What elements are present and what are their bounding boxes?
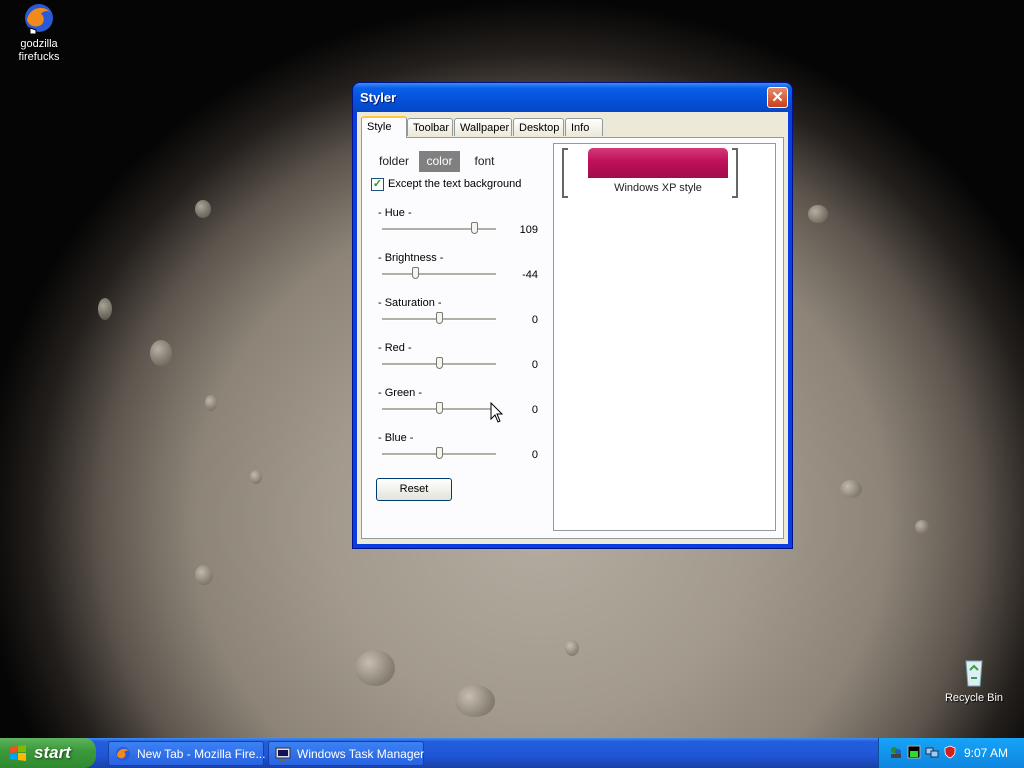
close-icon: ✕ <box>771 89 784 106</box>
tab-info[interactable]: Info <box>565 118 603 136</box>
crater <box>565 640 579 656</box>
desktop-icon-firefox[interactable]: godzilla firefucks <box>1 2 77 64</box>
preview-frame: Windows XP style <box>562 144 742 200</box>
slider-thumb[interactable] <box>436 402 443 414</box>
crater <box>195 565 213 585</box>
slider-thumb[interactable] <box>436 312 443 324</box>
crater <box>250 470 262 484</box>
tab-label: Info <box>571 122 590 134</box>
slider-thumb[interactable] <box>436 447 443 459</box>
slider-value: 0 <box>531 449 538 461</box>
slider-label: - Red - <box>378 342 412 354</box>
folder-button-label: folder <box>378 154 410 168</box>
slider-brightness: - Brightness - -44 <box>378 252 538 292</box>
tab-desktop[interactable]: Desktop <box>513 118 564 136</box>
slider-value: 109 <box>519 224 538 236</box>
slider-track[interactable] <box>382 402 496 414</box>
windows-logo-icon <box>10 745 26 761</box>
slider-label: - Saturation - <box>378 297 442 309</box>
slider-track[interactable] <box>382 447 496 459</box>
crater <box>455 685 495 717</box>
crater <box>195 200 211 218</box>
slider-thumb[interactable] <box>412 267 419 279</box>
slider-label: - Green - <box>378 387 423 399</box>
color-button[interactable]: color <box>419 151 460 172</box>
security-shield-icon[interactable] <box>943 745 957 759</box>
firefox-icon <box>23 2 55 35</box>
checkbox-label: Except the text background <box>388 178 522 190</box>
tab-label: Desktop <box>519 122 560 134</box>
checkmark-icon: ✓ <box>372 178 383 190</box>
window-title: Styler <box>360 90 397 105</box>
styler-window: Styler ✕ Style Toolbar Wallpaper Desktop… <box>353 83 792 548</box>
close-button[interactable]: ✕ <box>767 87 788 108</box>
preview-label: Windows XP style <box>614 182 702 194</box>
slider-saturation: - Saturation - 0 <box>378 297 538 337</box>
slider-value: -44 <box>522 269 538 281</box>
crater <box>98 298 112 320</box>
crater <box>840 480 862 498</box>
slider-value: 0 <box>531 314 538 326</box>
slider-track[interactable] <box>382 267 496 279</box>
taskbar-button-label: New Tab - Mozilla Fire... <box>137 747 266 761</box>
tab-label: Wallpaper <box>460 122 510 134</box>
slider-thumb[interactable] <box>436 357 443 369</box>
messenger-icon[interactable] <box>889 745 903 759</box>
start-label: start <box>34 743 71 762</box>
slider-red: - Red - 0 <box>378 342 538 382</box>
network-icon[interactable] <box>925 745 939 759</box>
recycle-bin-icon <box>958 656 990 688</box>
slider-label: - Blue - <box>378 432 414 444</box>
tab-label: Style <box>367 121 392 133</box>
start-button[interactable]: start <box>0 738 96 768</box>
clock[interactable]: 9:07 AM <box>964 746 1008 760</box>
slider-value: 0 <box>531 359 538 371</box>
slider-track[interactable] <box>382 312 496 324</box>
title-bar[interactable]: Styler ✕ <box>353 83 792 112</box>
crater <box>355 650 395 686</box>
tab-label: Toolbar <box>413 122 450 134</box>
color-swatch[interactable] <box>588 148 728 178</box>
folder-button[interactable]: folder <box>373 151 415 172</box>
taskbar-button-task-manager[interactable]: Windows Task Manager <box>268 741 424 766</box>
slider-label: - Brightness - <box>378 252 444 264</box>
font-button-label: font <box>474 154 495 168</box>
cpu-meter-icon[interactable] <box>907 745 921 759</box>
taskbar-button-firefox[interactable]: New Tab - Mozilla Fire... <box>108 741 266 766</box>
firefox-icon <box>116 747 130 761</box>
tab-wallpaper[interactable]: Wallpaper <box>454 118 512 136</box>
desktop-icon-recycle-bin[interactable]: Recycle Bin <box>936 656 1012 705</box>
taskbar-button-label: Windows Task Manager <box>297 747 425 761</box>
slider-label: - Hue - <box>378 207 412 219</box>
slider-green: - Green - 0 <box>378 387 538 427</box>
crater <box>150 340 172 366</box>
window-client-area: Style Toolbar Wallpaper Desktop Info fol… <box>357 112 788 544</box>
desktop-icon-label: Recycle Bin <box>944 692 1004 704</box>
except-text-background-checkbox[interactable]: ✓ <box>371 178 384 191</box>
slider-track[interactable] <box>382 357 496 369</box>
desktop-icon-label: godzilla firefucks <box>18 38 60 63</box>
slider-blue: - Blue - 0 <box>378 432 538 472</box>
tab-toolbar[interactable]: Toolbar <box>407 118 453 136</box>
taskbar: start New Tab - Mozilla Fire... Windows … <box>0 738 1024 768</box>
slider-thumb[interactable] <box>471 222 478 234</box>
crater <box>808 205 828 223</box>
color-button-label: color <box>426 154 453 168</box>
crater <box>205 395 217 411</box>
font-button[interactable]: font <box>463 151 506 172</box>
system-tray: 9:07 AM <box>878 738 1024 768</box>
reset-button-label: Reset <box>399 483 429 495</box>
tab-style[interactable]: Style <box>361 116 407 138</box>
crater <box>915 520 929 534</box>
slider-value: 0 <box>531 404 538 416</box>
style-preview: Windows XP style <box>553 143 776 531</box>
reset-button[interactable]: Reset <box>376 478 452 501</box>
task-manager-icon <box>275 747 291 761</box>
slider-hue: - Hue - 109 <box>378 207 538 247</box>
mouse-cursor-icon <box>490 401 504 427</box>
style-tab-panel: folder color font ✓ Except the text back… <box>361 137 784 539</box>
slider-track[interactable] <box>382 222 496 234</box>
